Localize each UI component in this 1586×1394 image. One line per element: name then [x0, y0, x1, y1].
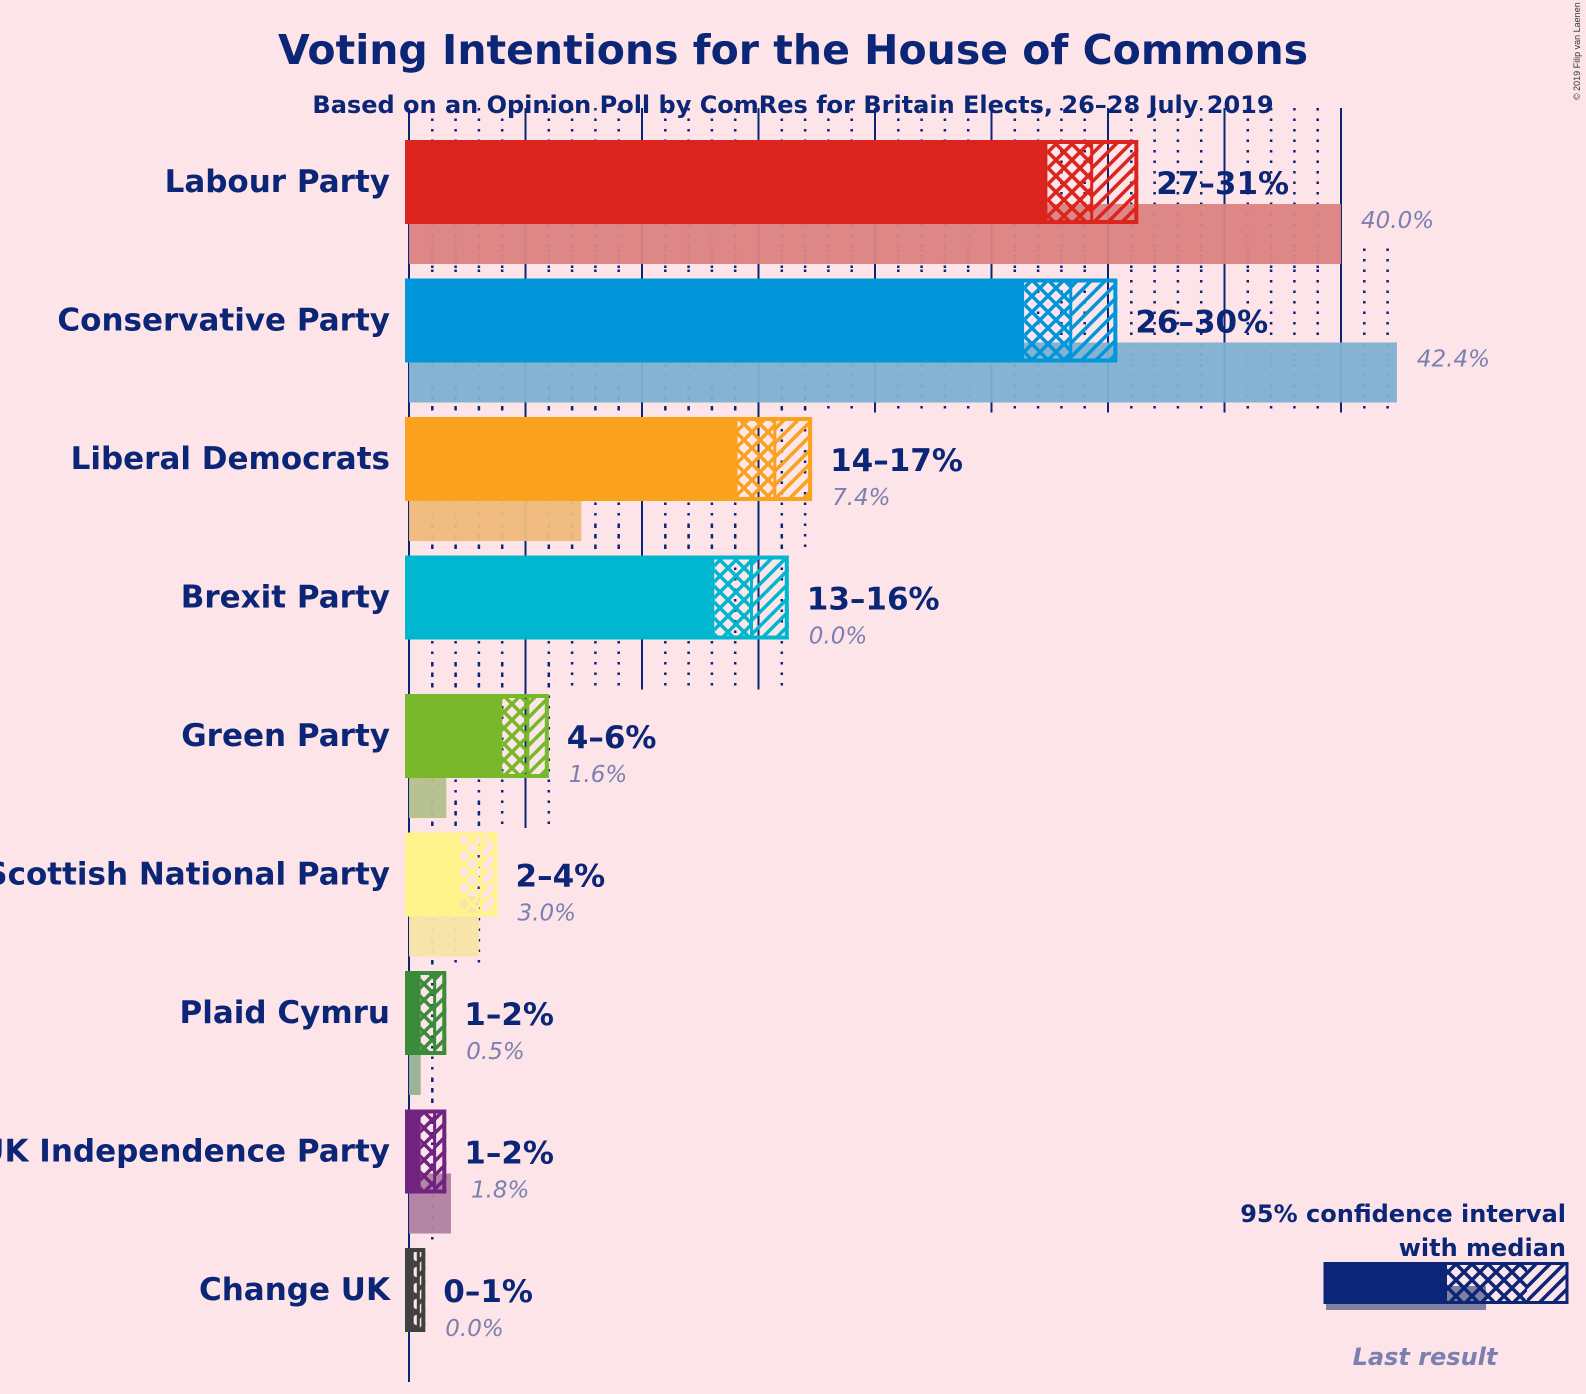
range-label: 1–2% [464, 1136, 554, 1172]
last-result-label: 1.8% [471, 1178, 529, 1204]
party-label: Green Party [181, 718, 390, 754]
last-result-label: 3.0% [518, 901, 576, 927]
ci-solid-bar [407, 1109, 421, 1194]
ci-lower-half [420, 1109, 435, 1194]
ci-upper-half [1070, 278, 1118, 363]
legend-ci-crosshatch [1447, 1262, 1527, 1304]
chart: Voting Intentions for the House of Commo… [0, 2, 1582, 1382]
party-label: UK Independence Party [0, 1134, 390, 1170]
copyright-note: © 2019 Filip van Laenen [1572, 2, 1582, 100]
ci-solid-bar [407, 694, 503, 778]
ci-lower-half [460, 832, 482, 917]
ci-solid-bar [407, 971, 421, 1055]
last-result-label: 7.4% [832, 485, 890, 511]
party-label: Liberal Democrats [71, 441, 390, 477]
ci-solid-bar [407, 140, 1048, 224]
ci-lower-half [714, 555, 752, 640]
range-label: 14–17% [830, 443, 963, 479]
last-result-label: 0.5% [466, 1039, 524, 1065]
party-label: Conservative Party [57, 303, 390, 339]
ci-upper-half [774, 417, 813, 501]
chart-title: Voting Intentions for the House of Commo… [278, 26, 1308, 74]
ci-lower-half [420, 971, 435, 1055]
legend-last-result-label: Last result [1353, 1343, 1499, 1371]
ci-solid-bar [407, 832, 461, 917]
last-result-label: 0.0% [445, 1316, 503, 1342]
range-label: 2–4% [516, 859, 606, 895]
legend-ci-hatch [1527, 1262, 1566, 1304]
ci-solid-bar [407, 417, 738, 501]
range-label: 1–2% [464, 997, 554, 1033]
last-result-label: 40.0% [1361, 208, 1434, 234]
range-label: 26–30% [1135, 305, 1268, 341]
range-label: 13–16% [807, 582, 940, 618]
ci-upper-half [751, 555, 789, 640]
party-label: Plaid Cymru [180, 995, 391, 1031]
last-result-label: 42.4% [1417, 347, 1490, 373]
legend: 95% confidence interval with median Last… [1240, 1200, 1569, 1371]
ci-lower-half [737, 417, 775, 501]
ci-lower-half [502, 694, 528, 778]
ci-lower-half [1047, 140, 1092, 224]
ci-solid-bar [407, 278, 1025, 363]
party-label: Change UK [199, 1272, 391, 1308]
legend-line2: with median [1399, 1234, 1566, 1262]
last-result-label: 0.0% [809, 624, 867, 650]
chart-subtitle: Based on an Opinion Poll by ComRes for B… [312, 91, 1273, 119]
ci-upper-half [1091, 140, 1139, 224]
legend-ci-solid [1324, 1262, 1447, 1304]
party-label: Scottish National Party [0, 857, 390, 893]
range-label: 27–31% [1156, 166, 1289, 202]
ci-solid-bar [407, 555, 715, 640]
range-label: 0–1% [443, 1274, 533, 1310]
last-result-label: 1.6% [569, 762, 627, 788]
party-label: Brexit Party [181, 580, 390, 616]
party-label: Labour Party [165, 164, 390, 200]
legend-line1: 95% confidence interval [1240, 1200, 1566, 1228]
ci-lower-half [1024, 278, 1071, 363]
range-label: 4–6% [567, 720, 657, 756]
